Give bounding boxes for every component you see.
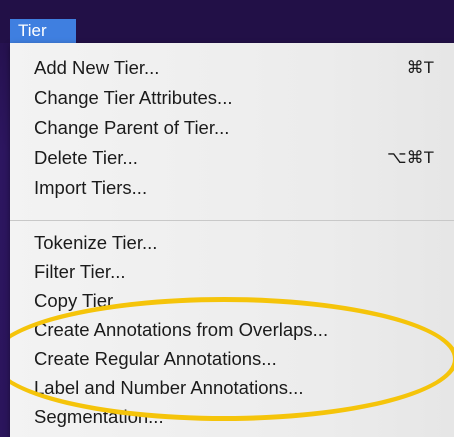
menu-item-label: Change Tier Attributes... <box>34 87 233 108</box>
menu-item-filter-tier[interactable]: Filter Tier... <box>34 257 434 287</box>
menu-bar: Tier <box>0 0 454 43</box>
menu-item-import-tiers[interactable]: Import Tiers... <box>34 173 434 203</box>
menu-item-label: Add New Tier... <box>34 57 160 78</box>
menu-item-tokenize-tier[interactable]: Tokenize Tier... <box>34 228 434 258</box>
menu-item-segmentation[interactable]: Segmentation... <box>34 402 434 432</box>
menu-item-copy-tier[interactable]: Copy Tier... <box>34 286 434 316</box>
menu-item-label: Create Annotations from Overlaps... <box>34 319 329 340</box>
menu-item-delete-tier[interactable]: Delete Tier... ⌥⌘T <box>34 143 434 173</box>
tier-menu-dropdown: Add New Tier... ⌘T Change Tier Attribute… <box>10 43 454 437</box>
menu-item-label: Tokenize Tier... <box>34 232 158 253</box>
menu-title-tier[interactable]: Tier <box>10 19 76 43</box>
menu-item-label-and-number-annotations[interactable]: Label and Number Annotations... <box>34 373 434 403</box>
menu-item-create-regular-annotations[interactable]: Create Regular Annotations... <box>34 344 434 374</box>
menu-item-create-annotations-from-overlaps[interactable]: Create Annotations from Overlaps... <box>34 315 434 345</box>
menu-item-label: Import Tiers... <box>34 177 148 198</box>
menu-item-label: Change Parent of Tier... <box>34 117 230 138</box>
menu-item-add-new-tier[interactable]: Add New Tier... ⌘T <box>34 53 434 83</box>
menu-item-label: Filter Tier... <box>34 261 126 282</box>
menu-item-label: Copy Tier... <box>34 290 128 311</box>
menu-separator <box>10 220 454 221</box>
menu-item-label: Create Regular Annotations... <box>34 348 277 369</box>
shortcut-label: ⌥⌘T <box>387 148 434 167</box>
shortcut-label: ⌘T <box>406 58 434 77</box>
menu-item-change-tier-attributes[interactable]: Change Tier Attributes... <box>34 83 434 113</box>
menu-item-label: Delete Tier... <box>34 147 138 168</box>
menu-item-change-parent-of-tier[interactable]: Change Parent of Tier... <box>34 113 434 143</box>
menu-item-label: Label and Number Annotations... <box>34 377 304 398</box>
menu-item-label: Segmentation... <box>34 406 164 427</box>
